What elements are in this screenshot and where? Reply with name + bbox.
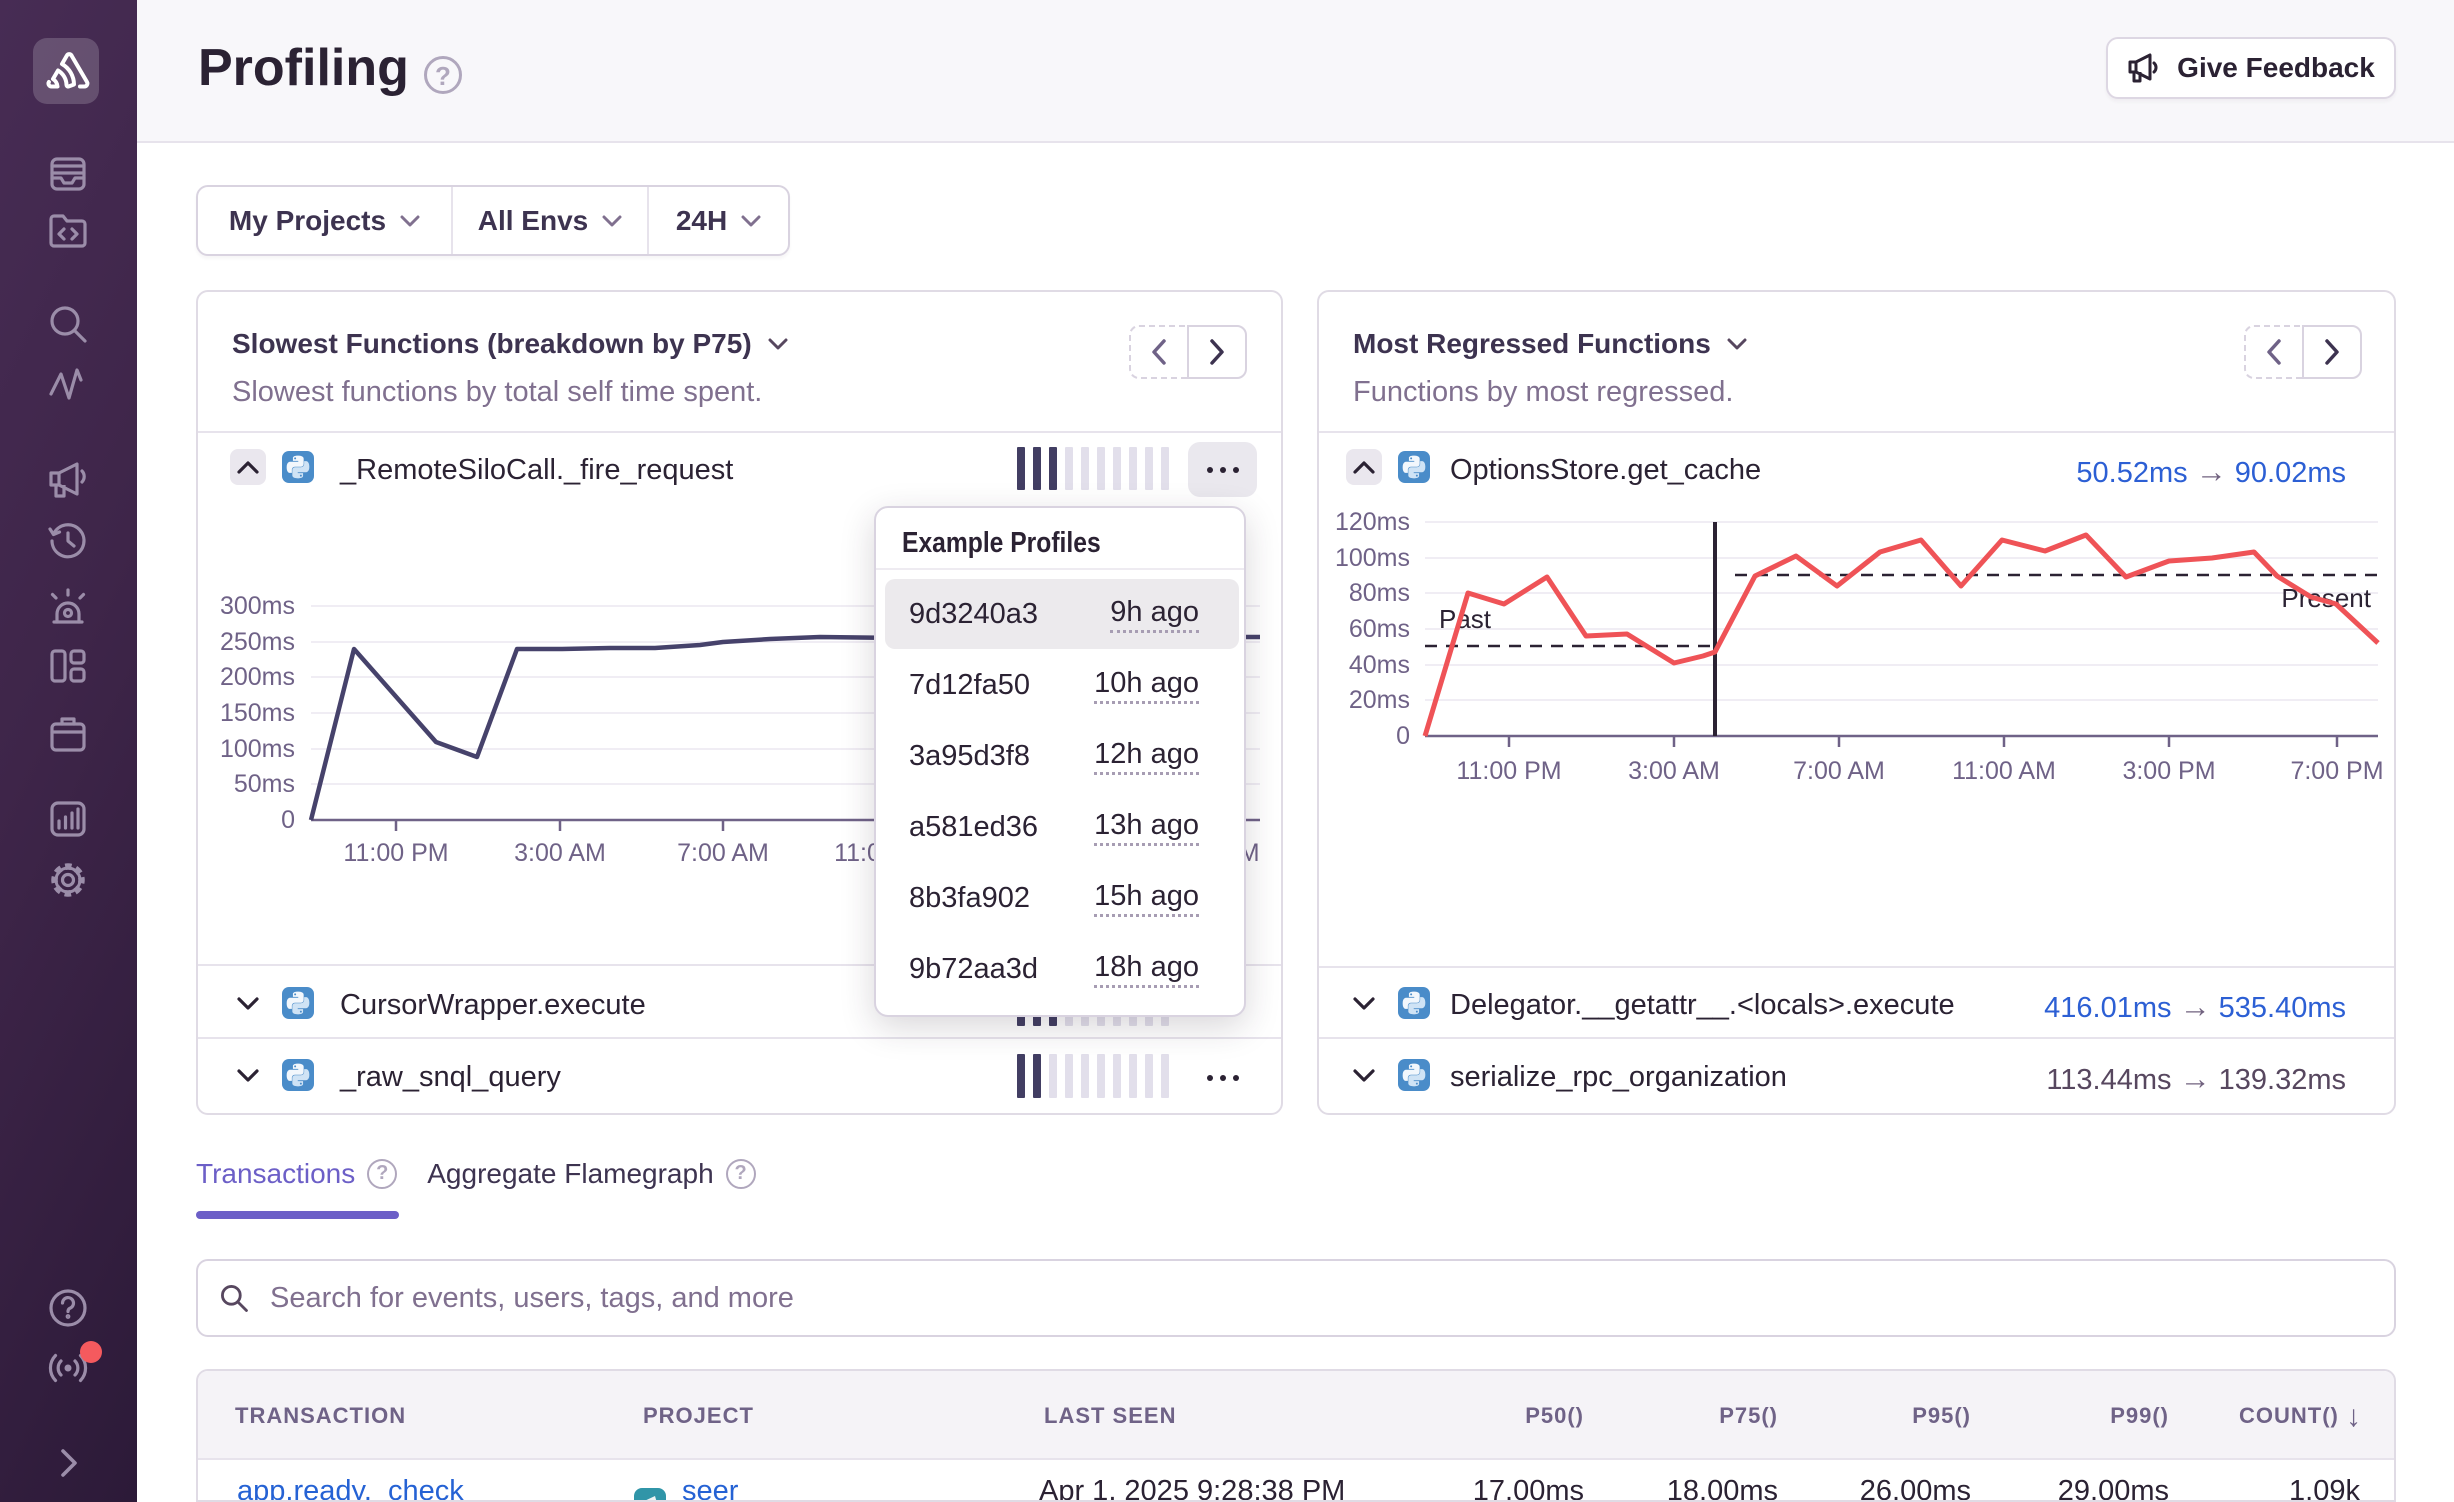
svg-text:300ms: 300ms xyxy=(220,592,295,620)
svg-text:20ms: 20ms xyxy=(1349,686,1410,714)
svg-text:3:00 AM: 3:00 AM xyxy=(514,839,606,867)
svg-text:100ms: 100ms xyxy=(1335,544,1410,572)
svg-text:100ms: 100ms xyxy=(220,735,295,763)
svg-text:40ms: 40ms xyxy=(1349,651,1410,679)
svg-text:11:00 PM: 11:00 PM xyxy=(343,839,448,867)
svg-text:7:00 PM: 7:00 PM xyxy=(2290,757,2383,785)
svg-text:7:00 AM: 7:00 AM xyxy=(1793,757,1885,785)
svg-text:50ms: 50ms xyxy=(234,770,295,798)
svg-text:0: 0 xyxy=(281,806,295,834)
svg-text:3:00 PM: 3:00 PM xyxy=(2122,757,2215,785)
svg-text:0: 0 xyxy=(1396,722,1410,750)
svg-text:250ms: 250ms xyxy=(220,628,295,656)
svg-text:120ms: 120ms xyxy=(1335,508,1410,536)
svg-text:3:00 AM: 3:00 AM xyxy=(1628,757,1720,785)
svg-text:11:00 AM: 11:00 AM xyxy=(1952,757,2056,785)
svg-text:200ms: 200ms xyxy=(220,663,295,691)
svg-text:7:00 AM: 7:00 AM xyxy=(677,839,769,867)
svg-text:11:00 PM: 11:00 PM xyxy=(1456,757,1561,785)
svg-text:80ms: 80ms xyxy=(1349,579,1410,607)
svg-text:150ms: 150ms xyxy=(220,699,295,727)
svg-text:60ms: 60ms xyxy=(1349,615,1410,643)
